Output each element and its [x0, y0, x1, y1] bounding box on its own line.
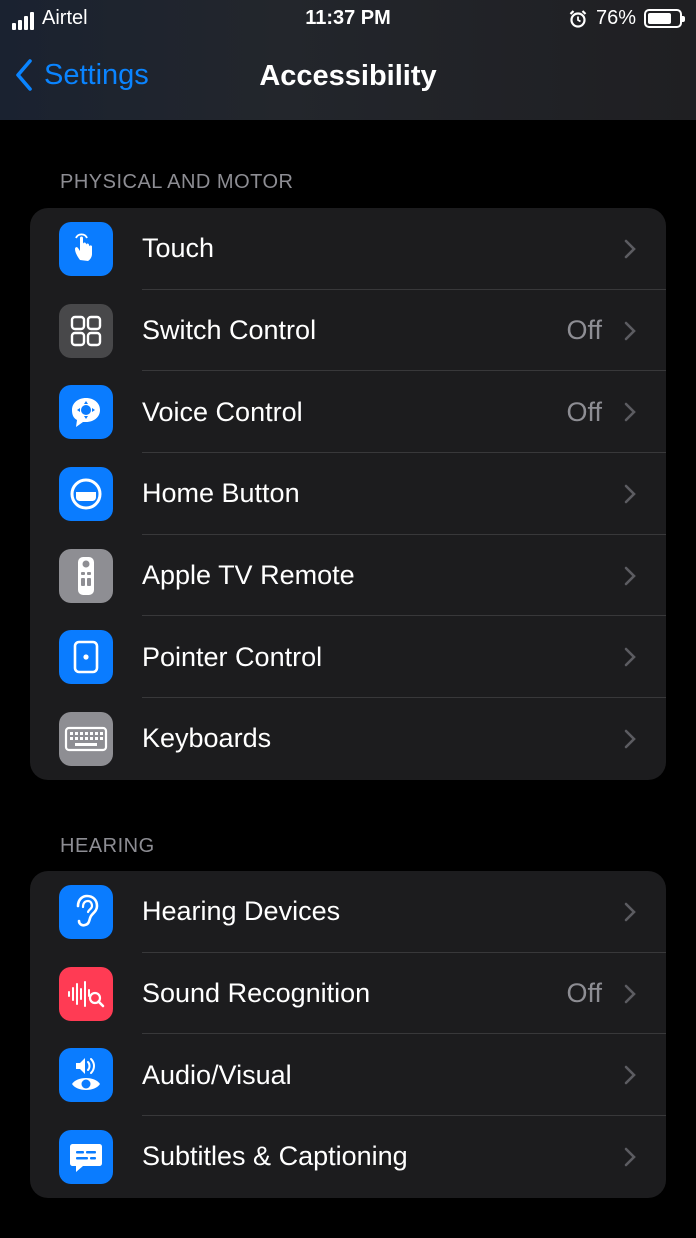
- page-title: Accessibility: [259, 60, 437, 92]
- chevron-right-icon: [624, 1147, 636, 1167]
- row-audio-visual[interactable]: Audio/Visual: [30, 1034, 666, 1117]
- tv-remote-icon: [59, 548, 113, 603]
- chevron-right-icon: [624, 402, 636, 422]
- row-touch[interactable]: Touch: [30, 208, 666, 290]
- row-label: Voice Control: [142, 396, 303, 427]
- chevron-right-icon: [624, 647, 636, 667]
- row-label: Touch: [142, 233, 215, 264]
- chevron-right-icon: [624, 321, 636, 340]
- row-value: Off: [566, 396, 602, 427]
- battery-percent: 76%: [595, 7, 636, 29]
- home-button-icon: [59, 466, 113, 521]
- chevron-right-icon: [624, 1065, 636, 1085]
- row-sound-recognition[interactable]: Sound Recognition Off: [30, 953, 666, 1035]
- alarm-icon: [569, 9, 587, 28]
- ear-icon: [59, 884, 113, 939]
- sound-recognition-icon: [59, 966, 113, 1021]
- section-header-hearing: HEARING: [60, 835, 155, 857]
- row-label: Audio/Visual: [142, 1059, 292, 1090]
- chevron-right-icon: [624, 566, 636, 585]
- chevron-right-icon: [624, 484, 636, 504]
- row-subtitles-captioning[interactable]: Subtitles & Captioning: [30, 1116, 666, 1198]
- row-label: Sound Recognition: [142, 978, 371, 1009]
- row-label: Pointer Control: [142, 641, 323, 672]
- row-keyboards[interactable]: Keyboards: [30, 698, 666, 780]
- audio-visual-icon: [59, 1048, 113, 1103]
- physical-motor-group: Touch Switch Control Off Voice Control O…: [30, 208, 666, 780]
- switch-control-icon: [59, 303, 113, 358]
- section-header-physical-motor: PHYSICAL AND MOTOR: [60, 171, 294, 193]
- pointer-control-icon: [59, 630, 113, 685]
- row-label: Hearing Devices: [142, 896, 341, 927]
- status-bar: Airtel 11:37 PM 76%: [0, 0, 696, 38]
- row-value: Off: [566, 315, 602, 346]
- row-label: Switch Control: [142, 315, 317, 346]
- row-switch-control[interactable]: Switch Control Off: [30, 290, 666, 372]
- subtitles-icon: [59, 1129, 113, 1184]
- row-apple-tv-remote[interactable]: Apple TV Remote: [30, 535, 666, 617]
- battery-icon: [644, 9, 685, 28]
- status-right: 76%: [568, 7, 685, 30]
- hearing-group: Hearing Devices Sound Recognition Off Au…: [30, 871, 666, 1198]
- row-label: Apple TV Remote: [142, 560, 355, 591]
- top-bar: Airtel 11:37 PM 76% Settings Accessibili…: [0, 0, 696, 120]
- row-label: Keyboards: [142, 723, 272, 754]
- hand-touch-icon: [59, 221, 113, 276]
- keyboard-icon: [59, 711, 113, 766]
- row-value: Off: [566, 978, 602, 1009]
- voice-control-icon: [59, 385, 113, 440]
- row-label: Home Button: [142, 478, 300, 509]
- navigation-bar: Settings Accessibility: [0, 50, 696, 110]
- chevron-right-icon: [624, 239, 636, 259]
- chevron-right-icon: [624, 729, 636, 749]
- row-voice-control[interactable]: Voice Control Off: [30, 371, 666, 454]
- chevron-right-icon: [624, 902, 636, 922]
- chevron-right-icon: [624, 984, 636, 1003]
- row-pointer-control[interactable]: Pointer Control: [30, 616, 666, 699]
- row-home-button[interactable]: Home Button: [30, 453, 666, 535]
- row-label: Subtitles & Captioning: [142, 1141, 408, 1172]
- row-hearing-devices[interactable]: Hearing Devices: [30, 871, 666, 953]
